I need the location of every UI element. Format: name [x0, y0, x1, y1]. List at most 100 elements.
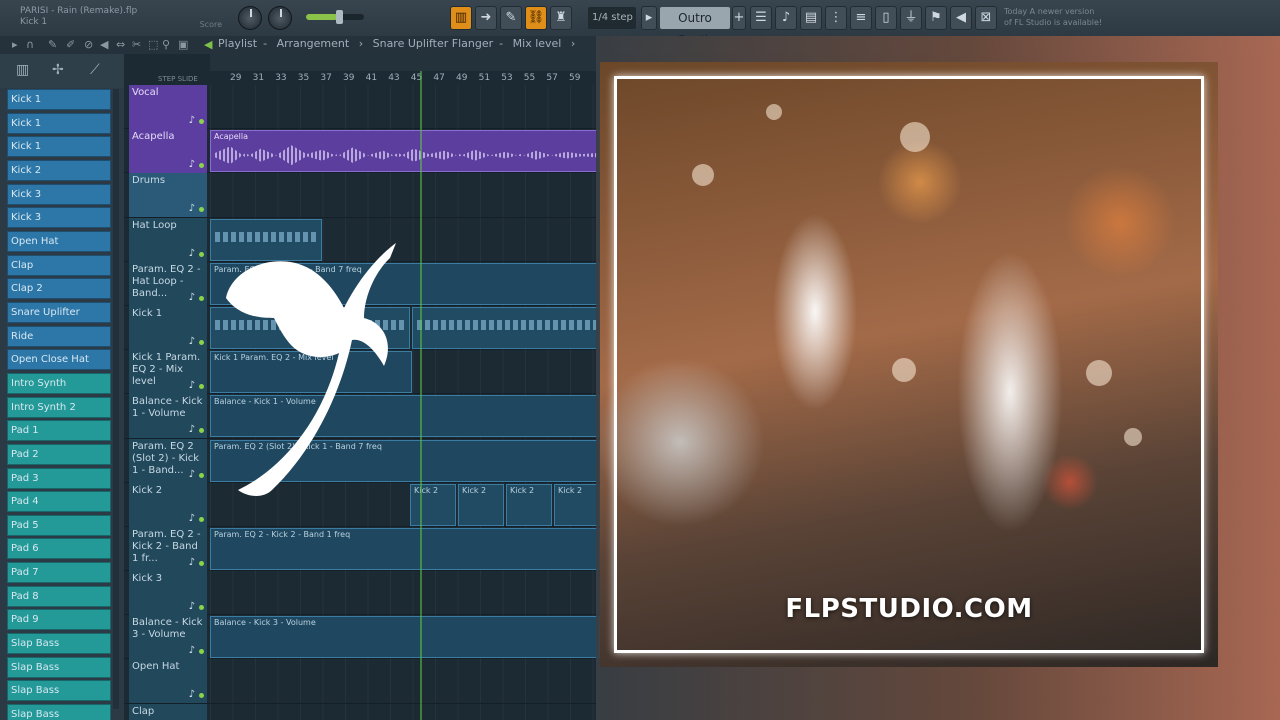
online-button[interactable]: ◀	[950, 6, 972, 30]
track-enable-led[interactable]	[199, 384, 204, 390]
track-enable-led[interactable]	[199, 560, 204, 566]
channel-button[interactable]: Pad 8	[7, 585, 111, 607]
track-header[interactable]: Clap♪	[129, 703, 207, 720]
track-enable-led[interactable]	[199, 428, 204, 434]
channel-button[interactable]: Slap Bass	[7, 633, 111, 655]
track-header[interactable]: Drums ♪	[129, 173, 207, 218]
menu-arrow-icon[interactable]: ▸	[12, 38, 18, 51]
playlist-clip[interactable]: Balance - Kick 3 - Volume	[210, 616, 600, 659]
track-enable-led[interactable]	[199, 295, 204, 301]
channel-scrollbar[interactable]	[113, 89, 119, 709]
track-enable-led[interactable]	[199, 472, 204, 478]
pattern-mode-button[interactable]: ▥	[450, 6, 472, 30]
playlist-clip[interactable]: Kick 2	[554, 483, 600, 526]
channel-button[interactable]: Kick 2	[7, 159, 111, 181]
channel-button[interactable]: Kick 3	[7, 207, 111, 229]
track-enable-led[interactable]	[199, 516, 204, 522]
track-header[interactable]: Kick 2 ♪	[129, 482, 207, 527]
channel-button[interactable]: Clap 2	[7, 278, 111, 300]
slice-icon[interactable]: ✂	[132, 38, 141, 51]
delete-icon[interactable]: ⊘	[84, 38, 93, 51]
track-header[interactable]: Kick 1 ♪	[129, 305, 207, 350]
brush-icon[interactable]: ✐	[66, 38, 75, 51]
link-button[interactable]: ⛓	[525, 6, 547, 30]
slide-label[interactable]: SLIDE	[178, 75, 198, 83]
channel-rack-button[interactable]: ⋮	[825, 6, 847, 30]
playlist-clip[interactable]: Kick 2	[458, 483, 504, 526]
zoom-icon[interactable]: ⚲	[162, 38, 170, 51]
step-label[interactable]: STEP	[158, 75, 175, 83]
master-volume-knob[interactable]	[268, 6, 292, 30]
snap-selector[interactable]: 1/4 step	[588, 7, 636, 29]
track-enable-led[interactable]	[199, 119, 204, 124]
track-enable-led[interactable]	[199, 649, 204, 655]
piano-roll-button[interactable]: ♪	[775, 6, 797, 30]
playlist-clip[interactable]	[412, 306, 600, 349]
playlist-button[interactable]: ☰	[750, 6, 772, 30]
channel-button[interactable]: Pad 7	[7, 562, 111, 584]
pattern-prev-button[interactable]: ▸	[641, 6, 657, 30]
volume-thumb[interactable]	[336, 10, 343, 24]
slide-icon[interactable]: ⟋	[90, 62, 100, 78]
track-enable-led[interactable]	[199, 339, 204, 345]
track-header[interactable]: Vocal ♪	[129, 85, 207, 129]
select-icon[interactable]: ⬚	[148, 38, 158, 51]
pencil-icon[interactable]: ✎	[48, 38, 57, 51]
mute-icon[interactable]: ◀	[100, 38, 108, 51]
slip-icon[interactable]: ⇔	[116, 38, 125, 51]
channel-button[interactable]: Open Hat	[7, 230, 111, 252]
news-panel[interactable]: Today A newer version of FL Studio is av…	[1004, 6, 1124, 28]
track-enable-led[interactable]	[199, 693, 204, 699]
channel-button[interactable]: Pad 9	[7, 609, 111, 631]
track-header[interactable]: Kick 3 ♪	[129, 571, 207, 616]
channel-button[interactable]: Pad 2	[7, 443, 111, 465]
draw-tool-button[interactable]: ✎	[500, 6, 522, 30]
track-header[interactable]: Open Hat ♪	[129, 659, 207, 704]
channel-button[interactable]: Slap Bass	[7, 656, 111, 678]
channel-button[interactable]: Kick 1	[7, 89, 111, 110]
channel-button[interactable]: Clap	[7, 254, 111, 276]
graph-icon[interactable]: ✢	[52, 62, 64, 78]
channel-button[interactable]: Kick 1	[7, 112, 111, 134]
piano-icon[interactable]: ▥	[16, 62, 29, 78]
track-header[interactable]: Acapella ♪	[129, 129, 207, 174]
channel-button[interactable]: Slap Bass	[7, 680, 111, 702]
channel-button[interactable]: Intro Synth 2	[7, 396, 111, 418]
channel-button[interactable]: Snare Uplifter	[7, 301, 111, 323]
track-header[interactable]: Kick 1 Param. EQ 2 - Mix level ♪	[129, 350, 207, 395]
track-header[interactable]: Hat Loop ♪	[129, 217, 207, 262]
main-volume-slider[interactable]	[306, 10, 364, 24]
track-header[interactable]: Param. EQ 2 - Kick 2 - Band 1 fr... ♪	[129, 526, 207, 571]
playlist-clip[interactable]: Acapella	[210, 130, 600, 173]
channel-button[interactable]: Pad 6	[7, 538, 111, 560]
channel-button[interactable]: Pad 4	[7, 491, 111, 513]
playlist-clip[interactable]: Kick 2	[410, 483, 456, 526]
overview-strip[interactable]	[210, 54, 600, 71]
tempo-button[interactable]: ⚑	[925, 6, 947, 30]
shop-button[interactable]: ⊠	[975, 6, 997, 30]
playhead[interactable]	[420, 71, 422, 720]
track-enable-led[interactable]	[199, 207, 204, 213]
track-header[interactable]: Balance - Kick 1 - Volume ♪	[129, 394, 207, 439]
track-header[interactable]: Balance - Kick 3 - Volume ♪	[129, 615, 207, 660]
metronome-button[interactable]: ♜	[550, 6, 572, 30]
add-pattern-button[interactable]: +	[732, 6, 746, 30]
project-picker-button[interactable]: ▯	[875, 6, 897, 30]
channel-button[interactable]: Kick 1	[7, 136, 111, 158]
channel-button[interactable]: Open Close Hat	[7, 349, 111, 371]
play-icon[interactable]: ▣	[178, 38, 188, 51]
track-enable-led[interactable]	[199, 605, 204, 611]
track-enable-led[interactable]	[199, 251, 204, 257]
playlist-clip[interactable]: Param. EQ 2 - Kick 2 - Band 1 freq	[210, 527, 600, 570]
track-header[interactable]: Param. EQ 2 (Slot 2) - Kick 1 - Band... ♪	[129, 438, 207, 483]
pattern-selector[interactable]: Outro Synth	[660, 7, 730, 47]
channel-button[interactable]: Pad 3	[7, 467, 111, 489]
playlist-clip[interactable]: Kick 2	[506, 483, 552, 526]
track-header[interactable]: Param. EQ 2 - Hat Loop - Band... ♪	[129, 261, 207, 306]
track-enable-led[interactable]	[199, 163, 204, 169]
arrow-button[interactable]: ➜	[475, 6, 497, 30]
browser-button[interactable]: ▤	[800, 6, 822, 30]
master-pitch-knob[interactable]	[238, 6, 262, 30]
channel-button[interactable]: Kick 3	[7, 183, 111, 205]
channel-button[interactable]: Intro Synth	[7, 372, 111, 394]
